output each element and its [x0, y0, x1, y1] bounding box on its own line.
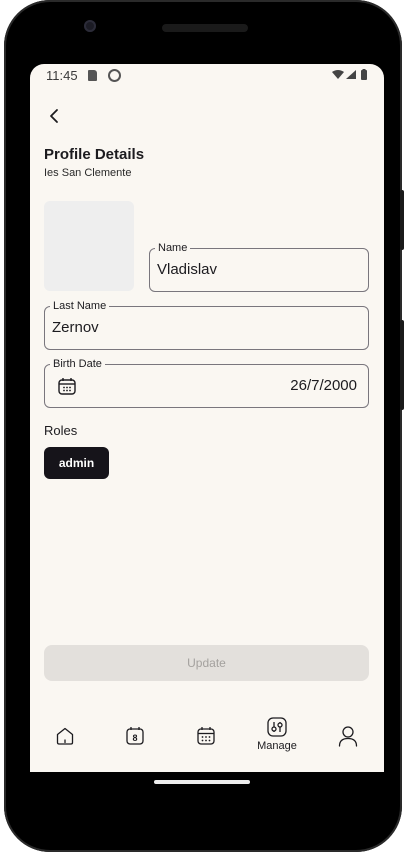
person-icon — [338, 726, 358, 747]
name-field-label: Name — [155, 241, 191, 255]
app-screen: 11:45 Profile Details Ies San Clemente N… — [30, 64, 384, 772]
nav-item-calendar-day[interactable]: 8 — [100, 704, 170, 772]
calendar-grid-icon — [197, 727, 215, 745]
birth-date-field-label: Birth Date — [50, 357, 105, 371]
status-bar: 11:45 — [30, 64, 384, 86]
nav-item-manage[interactable]: Manage — [242, 704, 312, 772]
birth-date-field-value: 26/7/2000 — [290, 377, 357, 394]
earpiece-speaker — [162, 24, 248, 32]
page-subtitle: Ies San Clemente — [44, 167, 132, 179]
calendar-day-icon: 8 — [126, 727, 144, 745]
nav-label-manage: Manage — [257, 740, 297, 752]
power-button — [400, 190, 404, 250]
last-name-field-label: Last Name — [50, 299, 110, 313]
sync-icon — [108, 69, 121, 82]
battery-icon — [361, 70, 367, 80]
status-time: 11:45 — [46, 68, 78, 83]
home-icon — [56, 727, 74, 745]
sliders-icon — [267, 717, 287, 737]
name-field-value: Vladislav — [157, 261, 218, 278]
back-arrow-icon[interactable] — [44, 104, 66, 128]
roles-label: Roles — [44, 423, 78, 438]
page-title: Profile Details — [44, 146, 145, 163]
update-button[interactable]: Update — [44, 645, 369, 681]
calendar-day-badge: 8 — [132, 733, 137, 743]
home-gesture-bar[interactable] — [154, 780, 250, 784]
nav-item-calendar[interactable] — [171, 704, 241, 772]
last-name-field[interactable]: Last Name Zernov — [44, 299, 369, 350]
front-camera — [84, 20, 96, 32]
birth-date-field[interactable]: Birth Date 26/7/2000 — [44, 357, 369, 408]
system-status-icons — [332, 69, 367, 80]
calendar-icon[interactable] — [57, 376, 77, 396]
signal-icon — [346, 70, 356, 79]
avatar-placeholder[interactable] — [44, 201, 134, 291]
bottom-nav: 8 Manage — [30, 704, 384, 772]
last-name-field-value: Zernov — [52, 319, 99, 336]
name-field[interactable]: Name Vladislav — [149, 241, 369, 292]
volume-button — [400, 320, 404, 410]
nav-item-profile[interactable] — [313, 704, 383, 772]
wifi-icon — [332, 70, 344, 79]
sd-card-icon — [88, 70, 97, 81]
phone-frame: 11:45 Profile Details Ies San Clemente N… — [4, 0, 404, 852]
role-chip-admin[interactable]: admin — [44, 447, 109, 479]
nav-item-home[interactable] — [30, 704, 100, 772]
